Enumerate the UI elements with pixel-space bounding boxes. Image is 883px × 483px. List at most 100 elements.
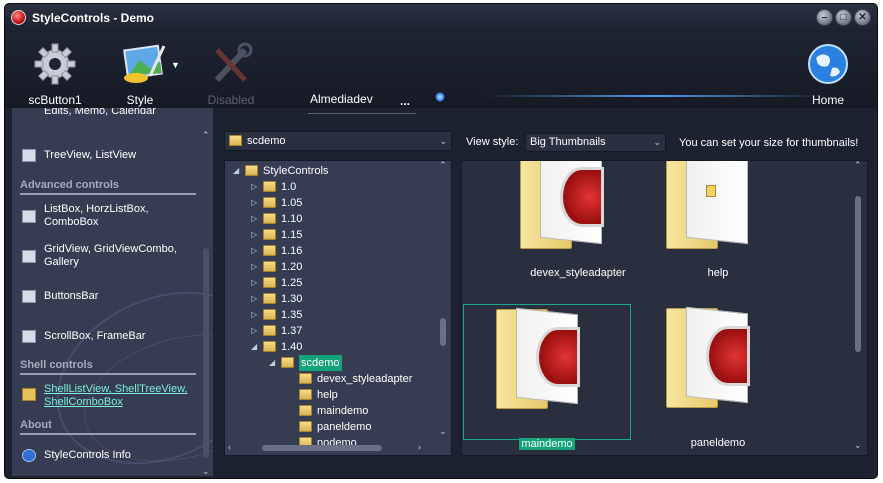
shell-treeview[interactable]: ◢ StyleControls ▷ 1.0 ▷ 1.05 ▷ 1.10 ▷ 1.15 ▷ 1.16 ▷ 1… bbox=[224, 160, 452, 456]
scroll-up-icon[interactable]: ⌃ bbox=[854, 160, 862, 171]
sidebar-item-label: ScrollBox, FrameBar bbox=[44, 330, 146, 342]
tree-node-label: paneldemo bbox=[317, 421, 372, 433]
expanded-arrow-icon[interactable]: ◢ bbox=[269, 355, 275, 371]
list-vertical-scrollbar[interactable]: ⌃ ⌄ bbox=[851, 160, 865, 454]
tree-node-label: 1.10 bbox=[281, 213, 303, 225]
thumbnail-hint: You can set your size for thumbnails! bbox=[679, 137, 859, 149]
app-badge-icon bbox=[560, 167, 604, 227]
tree-node[interactable]: ◢ scdemo bbox=[225, 355, 445, 371]
tree-node[interactable]: ▷ 1.05 bbox=[225, 195, 445, 211]
tree-node[interactable]: devex_styleadapter bbox=[225, 371, 445, 387]
home-button[interactable]: Home bbox=[801, 42, 855, 107]
tree-node-label: StyleControls bbox=[263, 165, 329, 177]
tree-node[interactable]: ◢ 1.40 bbox=[225, 339, 445, 355]
tree-node-label: 1.37 bbox=[281, 325, 303, 337]
disabled-button: Disabled bbox=[201, 42, 261, 107]
collapsed-arrow-icon[interactable]: ▷ bbox=[251, 179, 257, 195]
tree-node[interactable]: ▷ 1.0 bbox=[225, 179, 445, 195]
tree-node-label: 1.35 bbox=[281, 309, 303, 321]
tree-node[interactable]: ▷ 1.15 bbox=[225, 227, 445, 243]
view-style-select[interactable]: Big Thumbnails ⌄ bbox=[525, 133, 666, 152]
scroll-down-icon[interactable]: ⌄ bbox=[202, 466, 210, 477]
scroll-thumb[interactable] bbox=[855, 196, 861, 352]
scbutton1-label: scButton1 bbox=[28, 93, 82, 107]
gear-icon bbox=[34, 43, 76, 85]
scroll-left-icon[interactable]: ‹ bbox=[228, 442, 231, 452]
edit-ellipsis-button[interactable]: ... bbox=[400, 94, 410, 108]
toolbar: scButton1 ▼ Style Disabled Almediadev ..… bbox=[5, 32, 877, 114]
glow-line bbox=[485, 95, 825, 97]
tree-node-label: 1.25 bbox=[281, 277, 303, 289]
title-bar[interactable]: StyleControls - Demo – □ ✕ bbox=[5, 4, 877, 32]
thumbnail-caption: paneldemo bbox=[690, 437, 746, 449]
folder-icon bbox=[281, 357, 294, 368]
chevron-down-icon[interactable]: ⌄ bbox=[653, 134, 661, 151]
maximize-button[interactable]: □ bbox=[835, 9, 852, 26]
section-header-shell: Shell controls bbox=[20, 359, 196, 375]
tree-node[interactable]: ▷ 1.37 bbox=[225, 323, 445, 339]
tree-node[interactable]: ▷ 1.35 bbox=[225, 307, 445, 323]
view-style-label: View style: bbox=[466, 136, 519, 148]
style-dropdown-icon[interactable]: ▼ bbox=[171, 60, 180, 70]
list-icon bbox=[22, 210, 36, 223]
tree-node[interactable]: ▷ 1.10 bbox=[225, 211, 445, 227]
folder-icon bbox=[263, 341, 276, 352]
close-button[interactable]: ✕ bbox=[854, 9, 871, 26]
collapsed-arrow-icon[interactable]: ▷ bbox=[251, 291, 257, 307]
folder-icon bbox=[263, 181, 276, 192]
app-badge-icon bbox=[706, 326, 750, 386]
thumbnail-item[interactable]: paneldemo bbox=[634, 304, 802, 449]
tree-node-label: 1.16 bbox=[281, 245, 303, 257]
thumbnail-item-selected[interactable]: maindemo bbox=[463, 304, 631, 450]
sidebar-item-label: GridView, GridViewCombo, Gallery bbox=[44, 243, 177, 268]
folder-icon bbox=[263, 229, 276, 240]
folder-icon bbox=[263, 293, 276, 304]
collapsed-arrow-icon[interactable]: ▷ bbox=[251, 227, 257, 243]
collapsed-arrow-icon[interactable]: ▷ bbox=[251, 195, 257, 211]
tree-node[interactable]: ▷ 1.16 bbox=[225, 243, 445, 259]
folder-icon bbox=[263, 245, 276, 256]
collapsed-arrow-icon[interactable]: ▷ bbox=[251, 243, 257, 259]
tree-node[interactable]: ▷ 1.30 bbox=[225, 291, 445, 307]
tree-node[interactable]: maindemo bbox=[225, 403, 445, 419]
section-header-about: About bbox=[20, 419, 196, 435]
chevron-down-icon[interactable]: ⌄ bbox=[439, 132, 447, 150]
style-button[interactable]: ▼ Style bbox=[109, 42, 180, 107]
scroll-thumb[interactable] bbox=[440, 318, 446, 346]
tree-node[interactable]: ▷ 1.20 bbox=[225, 259, 445, 275]
frame-icon bbox=[22, 330, 36, 343]
sidebar-scrollbar[interactable]: ⌃ ⌄ bbox=[201, 130, 211, 478]
collapsed-arrow-icon[interactable]: ▷ bbox=[251, 275, 257, 291]
tree-node[interactable]: paneldemo bbox=[225, 419, 445, 435]
combo-value: scdemo bbox=[247, 135, 286, 147]
tree-node[interactable]: ◢ StyleControls bbox=[225, 163, 445, 179]
app-window: StyleControls - Demo – □ ✕ scButton1 ▼ S… bbox=[4, 3, 878, 479]
scroll-up-icon[interactable]: ⌃ bbox=[202, 130, 210, 141]
collapsed-arrow-icon[interactable]: ▷ bbox=[251, 259, 257, 275]
globe-icon bbox=[808, 44, 848, 84]
folder-icon bbox=[299, 421, 312, 432]
collapsed-arrow-icon[interactable]: ▷ bbox=[251, 307, 257, 323]
shell-combobox[interactable]: scdemo ⌄ bbox=[224, 131, 452, 151]
scroll-thumb[interactable] bbox=[203, 248, 209, 458]
thumbnail-item[interactable]: help bbox=[634, 161, 802, 285]
scroll-down-icon[interactable]: ⌄ bbox=[854, 440, 862, 451]
scroll-down-icon[interactable]: ⌄ bbox=[439, 426, 447, 437]
minimize-button[interactable]: – bbox=[816, 9, 833, 26]
section-header-advanced: Advanced controls bbox=[20, 179, 196, 195]
scroll-up-icon[interactable]: ⌃ bbox=[439, 160, 447, 171]
tree-vertical-scrollbar[interactable]: ⌃ ⌄ bbox=[437, 160, 450, 440]
scbutton1-button[interactable]: scButton1 bbox=[25, 42, 85, 107]
collapsed-arrow-icon[interactable]: ▷ bbox=[251, 211, 257, 227]
shell-listview[interactable]: devex_styleadapter help maindemo panelde… bbox=[461, 160, 868, 456]
expanded-arrow-icon[interactable]: ◢ bbox=[233, 163, 239, 179]
collapsed-arrow-icon[interactable]: ▷ bbox=[251, 323, 257, 339]
scroll-right-icon[interactable]: › bbox=[418, 442, 421, 452]
scroll-thumb[interactable] bbox=[262, 445, 382, 451]
tree-horizontal-scrollbar[interactable]: ‹ › bbox=[226, 442, 450, 454]
expanded-arrow-icon[interactable]: ◢ bbox=[251, 339, 257, 355]
tree-node[interactable]: help bbox=[225, 387, 445, 403]
tree-node[interactable]: ▷ 1.25 bbox=[225, 275, 445, 291]
view-style-value: Big Thumbnails bbox=[530, 136, 606, 148]
help-file-icon bbox=[706, 185, 716, 197]
